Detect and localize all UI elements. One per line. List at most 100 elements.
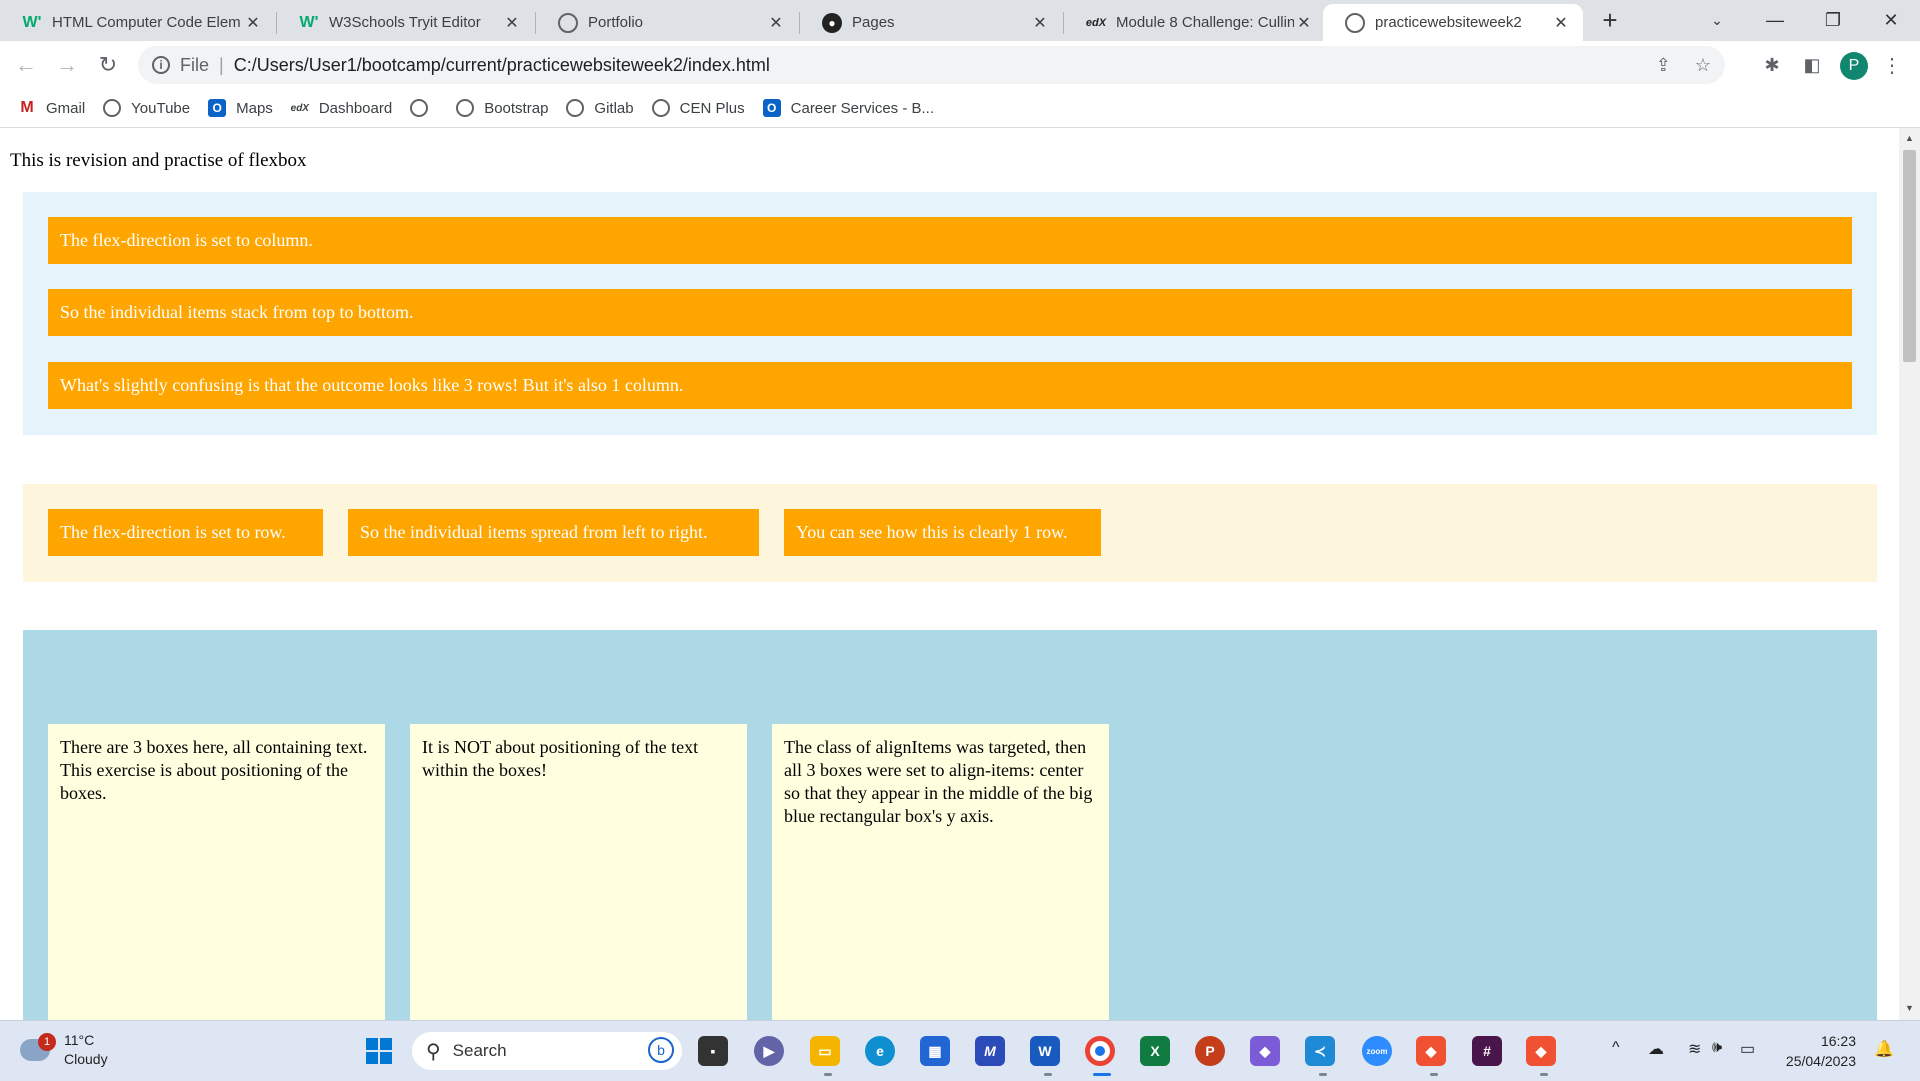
row-item: You can see how this is clearly 1 row.	[784, 509, 1101, 556]
bookmark-bootstrap[interactable]: Bootstrap	[456, 99, 548, 117]
restore-button[interactable]: ❐	[1804, 0, 1862, 41]
row-flex-container: The flex-direction is set to row. So the…	[23, 484, 1877, 582]
globe-icon	[566, 99, 585, 117]
tab-title: W3Schools Tryit Editor	[329, 14, 481, 31]
bookmark-unnamed[interactable]	[410, 99, 438, 117]
scroll-down-arrow[interactable]: ▼	[1899, 1000, 1920, 1016]
close-icon[interactable]: ✕	[766, 13, 786, 33]
bookmark-gitlab[interactable]: Gitlab	[566, 99, 634, 117]
taskbar-search[interactable]: ⚲ Search b	[412, 1032, 682, 1070]
outlook-icon: O	[762, 99, 781, 117]
close-icon[interactable]: ✕	[1551, 13, 1571, 33]
info-icon[interactable]: i	[152, 56, 170, 74]
share-icon[interactable]: ⇪	[1656, 55, 1671, 76]
close-icon[interactable]: ✕	[1294, 13, 1314, 33]
page-viewport: This is revision and practise of flexbox…	[0, 128, 1899, 1020]
tab-html-computer-code[interactable]: W' HTML Computer Code Elem ✕	[0, 4, 275, 41]
start-button[interactable]	[364, 1036, 394, 1066]
extensions-icon[interactable]: ✱	[1760, 53, 1784, 77]
tab-pages[interactable]: ● Pages ✕	[800, 4, 1062, 41]
bookmark-star-icon[interactable]: ☆	[1695, 55, 1711, 76]
weather-widget[interactable]: 1 11°C Cloudy	[20, 1031, 108, 1069]
bookmark-career-services[interactable]: O Career Services - B...	[762, 99, 934, 117]
close-icon[interactable]: ✕	[502, 13, 522, 33]
reload-button[interactable]: ↻	[92, 49, 124, 81]
volume-icon[interactable]: 🕪	[1712, 1039, 1722, 1057]
chevron-up-icon[interactable]: ^	[1612, 1039, 1620, 1057]
slack-icon[interactable]: #	[1472, 1036, 1502, 1066]
close-window-button[interactable]: ✕	[1862, 0, 1920, 41]
running-indicator	[1540, 1073, 1548, 1076]
weather-desc: Cloudy	[64, 1051, 108, 1067]
menu-icon[interactable]: ⋮	[1880, 53, 1904, 77]
onedrive-icon[interactable]: ☁	[1648, 1039, 1664, 1059]
scroll-up-arrow[interactable]: ▲	[1899, 130, 1920, 146]
system-clock[interactable]: 16:23 25/04/2023	[1776, 1031, 1856, 1071]
profile-avatar[interactable]: P	[1840, 52, 1868, 80]
tab-title: HTML Computer Code Elem	[52, 14, 241, 31]
forward-button[interactable]: →	[51, 49, 83, 81]
side-panel-icon[interactable]: ◧	[1800, 53, 1824, 77]
battery-icon[interactable]: ▭	[1740, 1039, 1755, 1059]
scrollbar-thumb[interactable]	[1903, 150, 1916, 362]
browser-toolbar: ← → ↻ i File | C:/Users/User1/bootcamp/c…	[0, 41, 1920, 89]
align-box: It is NOT about positioning of the text …	[410, 724, 747, 1020]
bookmark-maps[interactable]: O Maps	[208, 99, 273, 117]
address-bar[interactable]: i File | C:/Users/User1/bootcamp/current…	[138, 46, 1725, 84]
bookmark-dashboard[interactable]: edX Dashboard	[290, 99, 393, 117]
url-text[interactable]: C:/Users/User1/bootcamp/current/practice…	[234, 55, 770, 76]
tab-search-icon[interactable]: ⌄	[1688, 0, 1746, 41]
column-flex-container: The flex-direction is set to column. So …	[23, 192, 1877, 435]
minimize-button[interactable]: —	[1746, 0, 1804, 41]
bookmark-gmail[interactable]: M Gmail	[18, 99, 85, 117]
microsoft-store-icon[interactable]: ▦	[920, 1036, 950, 1066]
powerpoint-icon[interactable]: P	[1195, 1036, 1225, 1066]
new-tab-button[interactable]: +	[1582, 0, 1638, 41]
copilot-icon[interactable]: ◆	[1250, 1036, 1280, 1066]
edge-icon[interactable]: e	[865, 1036, 895, 1066]
globe-icon	[410, 99, 429, 117]
globe-icon	[1345, 12, 1365, 33]
zoom-icon[interactable]: zoom	[1362, 1036, 1392, 1066]
row-item: So the individual items spread from left…	[348, 509, 759, 556]
tab-practicewebsiteweek2[interactable]: practicewebsiteweek2 ✕	[1323, 4, 1583, 41]
bookmark-label: YouTube	[131, 99, 191, 117]
bookmark-youtube[interactable]: YouTube	[103, 99, 190, 117]
tab-portfolio[interactable]: Portfolio ✕	[536, 4, 798, 41]
chrome-icon[interactable]	[1085, 1036, 1115, 1066]
globe-icon	[651, 99, 670, 117]
clock-date: 25/04/2023	[1785, 1053, 1856, 1069]
vscode-icon[interactable]: ≺	[1305, 1036, 1335, 1066]
teams-chat-icon[interactable]: ▶	[754, 1036, 784, 1066]
bookmark-cen-plus[interactable]: CEN Plus	[651, 99, 745, 117]
bookmark-label: Gitlab	[594, 99, 634, 117]
page-scrollbar[interactable]: ▲ ▼	[1899, 128, 1920, 1020]
file-explorer-icon[interactable]: ▭	[810, 1036, 840, 1066]
git-icon[interactable]: ◆	[1416, 1036, 1446, 1066]
excel-icon[interactable]: X	[1140, 1036, 1170, 1066]
gmail-icon: M	[20, 99, 34, 116]
bookmark-label: CEN Plus	[679, 99, 745, 117]
task-view-icon[interactable]: ▪	[698, 1036, 728, 1066]
close-icon[interactable]: ✕	[1030, 13, 1050, 33]
wifi-icon[interactable]: ≋	[1688, 1039, 1701, 1059]
search-icon: ⚲	[426, 1040, 441, 1063]
git-gui-icon[interactable]: ◆	[1526, 1036, 1556, 1066]
word-icon[interactable]: W	[1030, 1036, 1060, 1066]
notifications-icon[interactable]: 🔔	[1874, 1039, 1894, 1059]
tab-module-8-challenge[interactable]: edX Module 8 Challenge: Cullin ✕	[1064, 4, 1326, 41]
bookmark-label: Bootstrap	[484, 99, 549, 117]
column-item: So the individual items stack from top t…	[48, 289, 1852, 336]
tab-w3schools-tryit[interactable]: W' W3Schools Tryit Editor ✕	[277, 4, 534, 41]
edx-icon: edX	[290, 102, 309, 114]
mathtype-icon[interactable]: M	[975, 1036, 1005, 1066]
align-box: There are 3 boxes here, all containing t…	[48, 724, 385, 1020]
clock-time: 16:23	[1820, 1033, 1856, 1049]
tab-title: Pages	[852, 14, 895, 31]
tab-title: Portfolio	[588, 14, 644, 31]
w3schools-icon: W'	[299, 13, 319, 31]
align-items-container: There are 3 boxes here, all containing t…	[23, 630, 1877, 1020]
back-button[interactable]: ←	[10, 49, 42, 81]
close-icon[interactable]: ✕	[243, 13, 263, 33]
bing-icon[interactable]: b	[648, 1037, 674, 1063]
